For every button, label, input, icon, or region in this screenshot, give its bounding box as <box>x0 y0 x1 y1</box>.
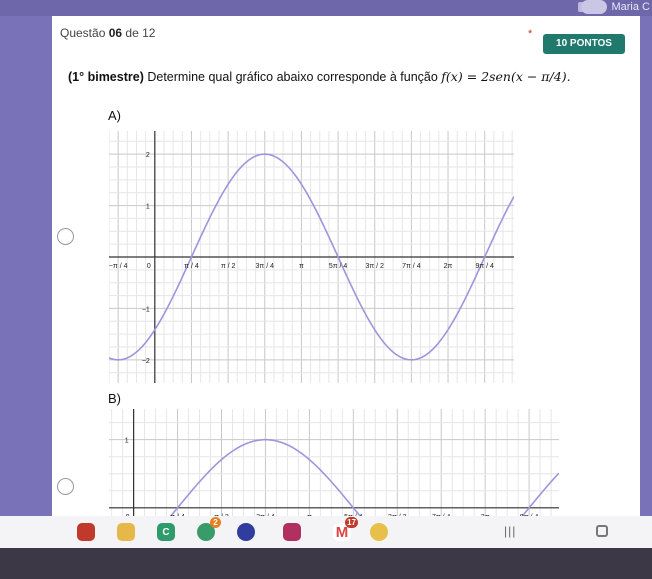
option-b-label: B) <box>108 391 121 406</box>
device-bezel <box>0 548 652 579</box>
x-tick-label: 5π / 4 <box>329 263 348 270</box>
app-icon-red[interactable] <box>77 523 95 541</box>
browser-icon[interactable] <box>237 523 255 541</box>
y-tick-label: −2 <box>142 358 150 365</box>
x-tick-label: 2π <box>444 263 453 270</box>
question-text: (1° bimestre) Determine qual gráfico aba… <box>68 69 571 84</box>
x-tick-label: π / 4 <box>184 263 199 270</box>
status-bar: Maria C <box>0 0 652 16</box>
question-card: Questão 06 de 12 * 10 PONTOS (1° bimestr… <box>52 16 640 516</box>
camera-icon[interactable] <box>283 523 301 541</box>
option-b-radio[interactable] <box>57 478 74 495</box>
recents-button[interactable]: ||| <box>504 524 516 538</box>
user-name: Maria C <box>611 1 650 13</box>
y-tick-label: 1 <box>125 438 129 445</box>
gmail-icon[interactable]: M 17 <box>333 517 358 541</box>
points-badge: 10 PONTOS <box>543 34 625 54</box>
option-a-label: A) <box>108 108 121 123</box>
x-tick-label: 3π / 2 <box>365 263 384 270</box>
option-a-graph[interactable]: −π / 4 0 π / 4 π / 2 3π / 4 π 5π / 4 3π / 2 7π /… <box>109 131 514 383</box>
question-period: (1° bimestre) <box>68 70 144 84</box>
avatar <box>581 0 608 14</box>
question-header: Questão 06 de 12 <box>60 26 155 40</box>
taskbar: C 2 M 17 ||| <box>0 516 652 548</box>
x-tick-label: 7π / 4 <box>402 263 421 270</box>
chat-badge: 2 <box>210 517 221 528</box>
classroom-icon[interactable]: C <box>157 523 175 541</box>
x-tick-label: π / 2 <box>221 263 236 270</box>
x-tick-label: 9π / 4 <box>475 263 494 270</box>
y-tick-label: −1 <box>142 306 150 313</box>
question-formula: f(x) = 2sen(x − π/4). <box>441 69 571 84</box>
chat-icon[interactable]: 2 <box>197 517 221 541</box>
home-button[interactable] <box>596 525 608 537</box>
question-prefix: Questão <box>60 26 106 40</box>
function-curve <box>169 438 559 516</box>
x-tick-label: 0 <box>147 263 151 270</box>
y-tick-label: 2 <box>146 152 150 159</box>
question-statement: Determine qual gráfico abaixo correspond… <box>147 70 438 84</box>
x-tick-label: −π / 4 <box>109 263 128 270</box>
x-tick-label: π <box>299 263 304 270</box>
option-b-graph[interactable]: 0π / 4π / 23π / 4π5π / 43π / 27π / 42π9π… <box>109 409 559 516</box>
emoji-app-icon[interactable] <box>370 523 388 541</box>
x-tick-label: 3π / 4 <box>256 263 275 270</box>
mail-badge: 17 <box>345 517 358 528</box>
y-tick-label: 1 <box>146 204 150 211</box>
required-mark: * <box>528 28 533 40</box>
option-a-radio[interactable] <box>57 228 74 245</box>
folder-icon[interactable] <box>117 523 135 541</box>
user-area[interactable]: Maria C <box>581 0 650 14</box>
question-number: 06 <box>108 26 123 40</box>
question-total: de 12 <box>125 26 156 40</box>
